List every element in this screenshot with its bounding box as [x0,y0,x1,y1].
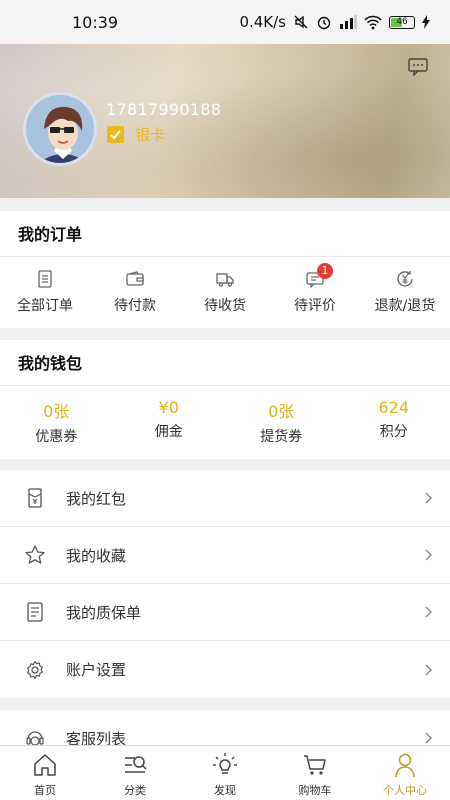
star-icon [25,545,45,564]
member-level: 银卡 [106,124,165,145]
order-label: 退款/退货 [374,298,436,314]
order-refund[interactable]: 退款/退货 [360,257,450,327]
wallet-row: 0张 优惠券 ¥0 佣金 0张 提货券 624 积分 [0,386,450,458]
wallet-icon [126,271,144,286]
wallet-value: 0张 [43,402,70,421]
tab-label: 分类 [124,784,146,797]
wallet-label: 优惠券 [35,429,78,445]
wallet-coupons[interactable]: 0张 优惠券 [0,386,113,458]
user-phone: 17817990188 [106,100,222,119]
level-text: 银卡 [135,126,166,144]
profile-header: 17817990188 银卡 [0,44,450,198]
message-icon[interactable] [408,58,428,76]
menu-customer-service[interactable]: 客服列表 [0,710,450,750]
network-speed: 0.4K/s [239,13,286,31]
chevron-right-icon [425,664,432,675]
wallet-vouchers[interactable]: 0张 提货券 [225,386,338,458]
wifi-icon [364,15,382,30]
orders-row: 全部订单 待付款 待收货 1 待评价 退款/退货 [0,257,450,327]
wallet-value: ¥0 [158,398,179,417]
menu-favorites[interactable]: 我的收藏 [0,527,450,584]
review-badge: 1 [317,263,333,279]
menu-list: 我的红包 我的收藏 我的质保单 账户设置 [0,470,450,698]
order-to-receive[interactable]: 待收货 [180,257,270,327]
order-label: 全部订单 [17,298,73,314]
chevron-right-icon [425,549,432,561]
tab-label: 个人中心 [383,784,427,797]
alarm-icon [317,16,331,30]
menu-label: 我的质保单 [66,603,142,622]
chevron-right-icon [425,492,432,504]
order-list-icon [38,270,52,288]
level-badge-icon [107,126,124,143]
tab-cart[interactable]: 购物车 [270,746,360,800]
status-time: 10:39 [72,12,119,32]
order-label: 待评价 [294,298,336,314]
user-icon [395,753,415,778]
wallet-label: 积分 [379,424,408,440]
tab-profile[interactable]: 个人中心 [360,746,450,800]
avatar-image [26,95,94,163]
menu-label: 我的红包 [66,489,127,508]
menu-label: 我的收藏 [66,546,127,565]
wallet-value: 624 [378,398,410,417]
category-icon [125,756,147,773]
order-to-review[interactable]: 1 待评价 [270,257,360,327]
status-icons: 0.4K/s 46 [239,13,430,31]
menu-list-2: 客服列表 [0,710,450,750]
menu-red-envelope[interactable]: 我的红包 [0,470,450,527]
wallet-title: 我的钱包 [0,340,450,386]
order-label: 待收货 [204,298,246,314]
truck-icon [216,273,234,287]
order-unpaid[interactable]: 待付款 [90,257,180,327]
gear-icon [27,660,43,679]
menu-account-settings[interactable]: 账户设置 [0,641,450,698]
tab-category[interactable]: 分类 [90,746,180,800]
order-all[interactable]: 全部订单 [0,257,90,327]
tab-label: 发现 [214,784,236,797]
orders-title: 我的订单 [0,211,450,257]
charging-icon [422,15,430,29]
mute-icon [294,15,308,29]
tab-label: 购物车 [298,784,332,797]
discover-icon [213,753,237,774]
avatar[interactable] [23,92,97,166]
battery-icon: 46 [389,15,415,29]
orders-section: 我的订单 全部订单 待付款 待收货 1 待评价 退款/退货 [0,211,450,328]
menu-warranty[interactable]: 我的质保单 [0,584,450,641]
chevron-right-icon [425,606,432,618]
wallet-section: 我的钱包 0张 优惠券 ¥0 佣金 0张 提货券 624 积分 [0,340,450,459]
tab-home[interactable]: 首页 [0,746,90,800]
menu-label: 账户设置 [66,661,127,679]
tab-label: 首页 [34,784,56,797]
cart-icon [304,755,326,775]
wallet-label: 佣金 [154,424,183,440]
tab-bar: 首页 分类 发现 购物车 个人中心 [0,745,450,800]
wallet-label: 提货券 [260,429,303,445]
signal-icon [340,15,357,29]
wallet-value: 0张 [268,402,295,421]
refund-icon [397,271,413,287]
order-label: 待付款 [114,298,156,314]
wallet-points[interactable]: 624 积分 [338,386,450,458]
home-icon [34,754,56,776]
battery-level: 46 [396,16,408,27]
tab-discover[interactable]: 发现 [180,746,270,800]
wallet-commission[interactable]: ¥0 佣金 [113,386,226,458]
red-envelope-icon [28,488,42,508]
chevron-right-icon [425,732,432,744]
warranty-icon [27,602,43,622]
status-bar: 10:39 0.4K/s 46 [0,0,450,44]
